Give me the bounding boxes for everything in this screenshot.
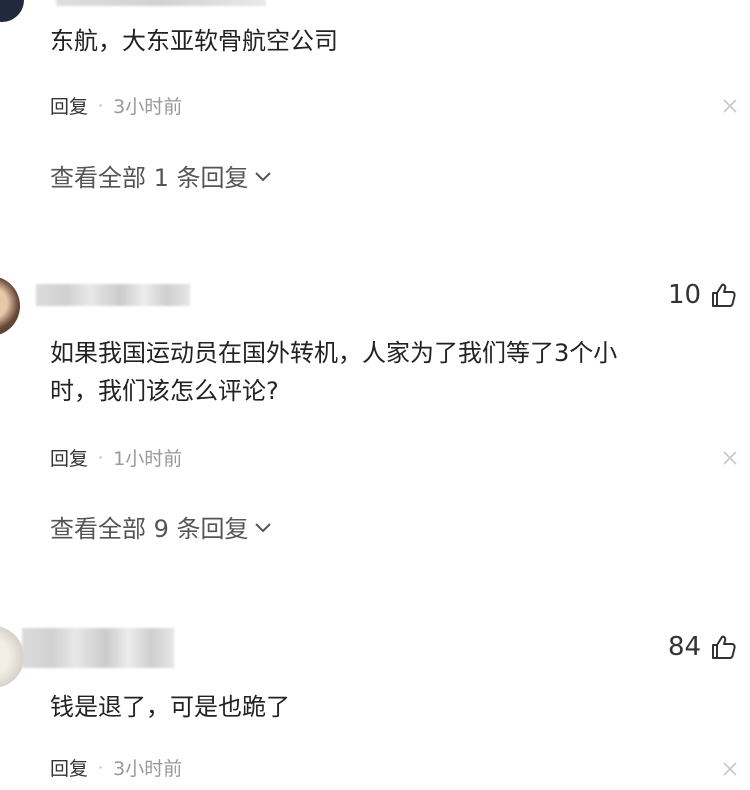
- comment-meta: 回复 · 3小时前: [50, 92, 182, 119]
- username-blurred: [36, 284, 190, 306]
- close-icon[interactable]: [721, 760, 739, 778]
- meta-separator: ·: [98, 758, 104, 777]
- close-icon[interactable]: [721, 97, 739, 115]
- like-button[interactable]: 84: [668, 632, 737, 662]
- reply-button[interactable]: 回复: [50, 444, 88, 471]
- comment-time: 3小时前: [113, 96, 183, 118]
- view-all-replies-button[interactable]: 查看全部 1 条回复: [50, 158, 273, 193]
- like-button[interactable]: 10: [668, 280, 737, 310]
- view-replies-label: 查看全部 1 条回复: [50, 164, 249, 192]
- view-all-replies-button[interactable]: 查看全部 9 条回复: [50, 509, 273, 544]
- comment-text-line: 如果我国运动员在国外转机，人家为了我们等了3个小: [50, 339, 618, 367]
- like-count: 10: [668, 280, 702, 310]
- comment-meta: 回复 · 3小时前: [50, 754, 182, 781]
- comment-text: 钱是退了，可是也跪了: [50, 693, 290, 721]
- avatar[interactable]: [0, 276, 20, 336]
- meta-separator: ·: [98, 448, 104, 467]
- thumbs-up-icon: [712, 283, 736, 307]
- comment-meta: 回复 · 1小时前: [50, 444, 182, 471]
- like-count: 84: [668, 632, 702, 662]
- chevron-down-icon: [254, 522, 271, 532]
- comment-time: 3小时前: [113, 758, 183, 780]
- reply-button[interactable]: 回复: [50, 754, 88, 781]
- comment-text-line: 时，我们该怎么评论?: [50, 377, 279, 405]
- thumbs-up-icon: [712, 635, 736, 659]
- comment-text: 如果我国运动员在国外转机，人家为了我们等了3个小 时，我们该怎么评论?: [50, 334, 720, 410]
- reply-button[interactable]: 回复: [50, 92, 88, 119]
- username-blurred: [56, 0, 266, 6]
- avatar[interactable]: [0, 626, 24, 688]
- meta-separator: ·: [98, 96, 104, 115]
- username-blurred: [22, 628, 174, 668]
- view-replies-label: 查看全部 9 条回复: [50, 515, 249, 543]
- avatar[interactable]: [0, 0, 24, 22]
- comment-time: 1小时前: [113, 448, 183, 470]
- chevron-down-icon: [254, 171, 271, 181]
- comment-text: 东航，大东亚软骨航空公司: [50, 27, 338, 55]
- close-icon[interactable]: [721, 449, 739, 467]
